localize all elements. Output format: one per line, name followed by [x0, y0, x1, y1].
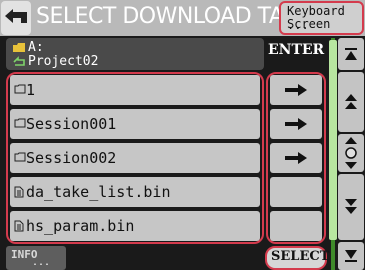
keyboard-button-dots: ...: [287, 18, 309, 32]
scroll-step-button[interactable]: [338, 134, 364, 172]
enter-cell-empty: [270, 211, 322, 241]
folder-icon: [14, 118, 26, 128]
right-arrow-icon: [285, 152, 307, 164]
folder-icon: [14, 152, 26, 162]
page-up-icon: [345, 94, 357, 109]
list-item[interactable]: 1: [10, 75, 260, 105]
file-icon: [14, 220, 24, 232]
file-icon: [14, 186, 24, 198]
scroll-top-icon: [345, 48, 357, 60]
list-item[interactable]: Session001: [10, 109, 260, 139]
title-bar: SELECT DOWNLOAD TARGET Keyboard Screen .…: [0, 0, 365, 36]
download-target-screen: SELECT DOWNLOAD TARGET Keyboard Screen .…: [0, 0, 365, 270]
select-button-label: SELECT: [271, 249, 330, 264]
list-item-label: 1: [26, 81, 36, 99]
list-item-label: hs_param.bin: [26, 217, 135, 235]
scroll-bottom-icon: [345, 250, 357, 262]
right-arrow-icon: [285, 84, 307, 96]
info-button[interactable]: INFO ...: [6, 246, 66, 270]
enter-column-header: ENTER: [268, 42, 325, 58]
scroll-top-button[interactable]: [338, 38, 364, 70]
scroll-position-indicator: [329, 40, 337, 240]
enter-button[interactable]: [270, 75, 322, 105]
scroll-bottom-button[interactable]: [338, 242, 364, 270]
card-folder-icon: [13, 43, 25, 52]
page-down-icon: [345, 199, 357, 214]
back-arrow-icon: [5, 9, 27, 23]
page-up-button[interactable]: [338, 72, 364, 132]
info-button-dots: ...: [32, 257, 51, 268]
enter-button[interactable]: [270, 109, 322, 139]
list-item[interactable]: Session002: [10, 143, 260, 173]
right-arrow-icon: [285, 118, 307, 130]
list-item-label: Session001: [26, 115, 117, 133]
back-button[interactable]: [1, 1, 31, 35]
current-folder-header: A: Project02: [6, 38, 264, 70]
keyboard-screen-button[interactable]: Keyboard Screen ...: [279, 1, 364, 35]
current-folder-name: Project02: [28, 54, 99, 69]
page-down-button[interactable]: [338, 174, 364, 240]
list-item-label: Session002: [26, 149, 117, 167]
keyboard-button-line1: Keyboard: [287, 4, 345, 18]
list-item[interactable]: hs_param.bin: [10, 211, 260, 241]
folder-icon: [14, 84, 26, 94]
select-button[interactable]: SELECT: [265, 246, 330, 270]
enter-cell-empty: [270, 177, 322, 207]
current-drive: A:: [28, 40, 44, 55]
parent-folder-icon: [13, 56, 25, 66]
list-item[interactable]: da_take_list.bin: [10, 177, 260, 207]
list-item-label: da_take_list.bin: [26, 183, 171, 201]
scroll-step-icon: [345, 137, 357, 169]
enter-button[interactable]: [270, 143, 322, 173]
